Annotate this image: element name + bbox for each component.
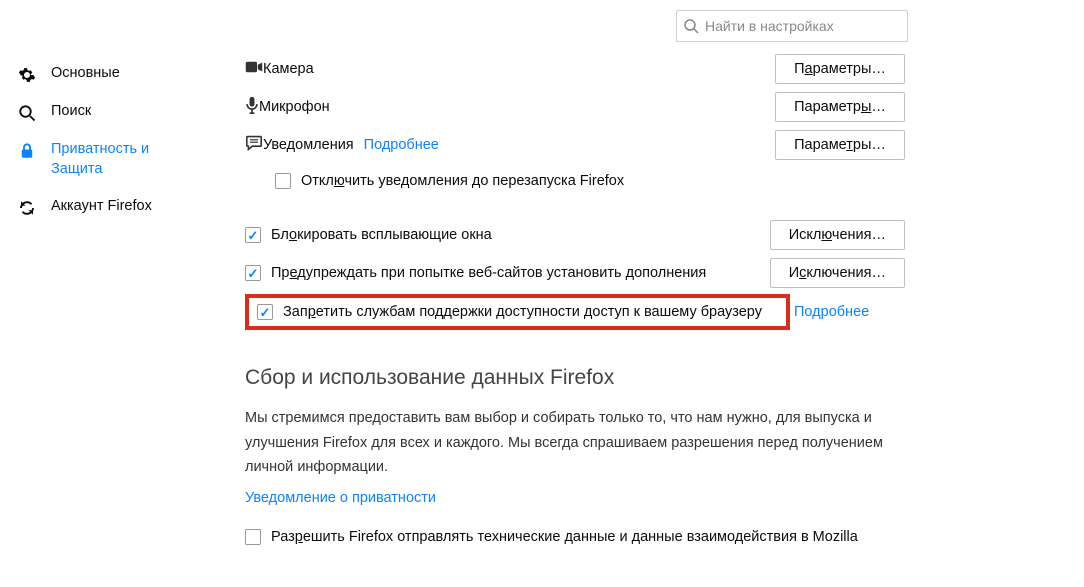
allow-tech-data-checkbox[interactable] (245, 529, 261, 545)
a11y-learn-more-link[interactable]: Подробнее (794, 304, 869, 320)
disable-notifications-label: Отключить уведомления до перезапуска Fir… (301, 173, 624, 189)
block-popups-label: Блокировать всплывающие окна (271, 227, 492, 243)
sync-icon (18, 197, 40, 217)
camera-label: Камера (263, 61, 314, 77)
sidebar-item-label: Поиск (51, 102, 91, 122)
camera-settings-button[interactable]: Параметры… (775, 54, 905, 84)
allow-tech-data-label: Разрешить Firefox отправлять технические… (271, 529, 858, 545)
sidebar-item-privacy[interactable]: Приватность и Защита (18, 131, 200, 188)
sidebar-item-label: Приватность и Защита (51, 140, 200, 179)
data-section-paragraph: Мы стремимся предоставить вам выбор и со… (245, 406, 885, 480)
microphone-icon (245, 96, 259, 118)
block-a11y-checkbox[interactable] (257, 304, 273, 320)
search-input[interactable] (676, 10, 908, 42)
lock-icon (18, 140, 40, 160)
notifications-learn-more-link[interactable]: Подробнее (364, 137, 439, 153)
warn-addons-checkbox[interactable] (245, 265, 261, 281)
search-icon (18, 102, 40, 122)
gear-icon (18, 64, 40, 84)
main-content: Камера Параметры… Микрофон Параметры… Ув… (200, 0, 1084, 554)
sidebar-item-account[interactable]: Аккаунт Firefox (18, 188, 200, 226)
microphone-settings-button[interactable]: Параметры… (775, 92, 905, 122)
highlight-box: Запретить службам поддержки доступности … (245, 294, 790, 330)
data-section-title: Сбор и использование данных Firefox (245, 366, 1084, 390)
sidebar-item-label: Основные (51, 64, 120, 84)
sidebar-item-general[interactable]: Основные (18, 55, 200, 93)
sidebar-item-label: Аккаунт Firefox (51, 197, 152, 217)
camera-icon (245, 60, 263, 78)
disable-notifications-checkbox[interactable] (275, 173, 291, 189)
popups-exceptions-button[interactable]: Исключения… (770, 220, 905, 250)
block-a11y-label: Запретить службам поддержки доступности … (283, 304, 762, 320)
notifications-settings-button[interactable]: Параметры… (775, 130, 905, 160)
chat-icon (245, 135, 263, 155)
notifications-label: Уведомления (263, 137, 354, 153)
block-popups-checkbox[interactable] (245, 227, 261, 243)
search-icon (683, 18, 699, 34)
addons-exceptions-button[interactable]: Исключения… (770, 258, 905, 288)
warn-addons-label: Предупреждать при попытке веб-сайтов уст… (271, 265, 706, 281)
privacy-notice-link[interactable]: Уведомление о приватности (245, 490, 436, 506)
sidebar: Основные Поиск Приватность и Защита Акка… (0, 0, 200, 554)
sidebar-item-search[interactable]: Поиск (18, 93, 200, 131)
microphone-label: Микрофон (259, 99, 330, 115)
